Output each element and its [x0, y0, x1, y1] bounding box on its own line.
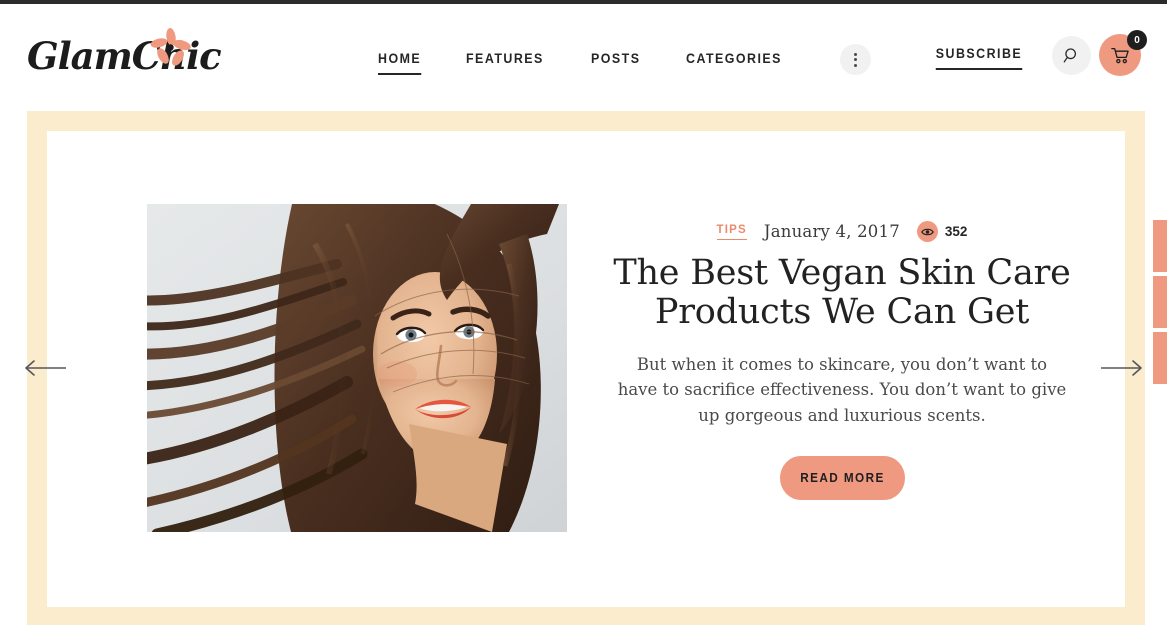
main-navigation: HOME FEATURES POSTS CATEGORIES — [378, 44, 871, 82]
slide-views: 352 — [916, 221, 968, 242]
slide-title[interactable]: The Best Vegan Skin Care Products We Can… — [587, 253, 1097, 332]
arrow-right-icon — [1101, 360, 1142, 376]
site-header: GlamChic HOME FEATURES POSTS CATEGORIES — [0, 4, 1167, 107]
header-actions: SUBSCRIBE 0 — [932, 30, 1147, 82]
views-count: 352 — [944, 224, 968, 239]
slide-excerpt: But when it comes to skincare, you don’t… — [617, 355, 1067, 425]
share-button-3[interactable] — [1153, 332, 1167, 384]
search-icon — [1063, 47, 1077, 63]
search-button[interactable] — [1052, 35, 1091, 75]
nav-item-home[interactable]: HOME — [378, 51, 422, 75]
carousel-prev-button[interactable] — [22, 356, 68, 380]
nav-item-features[interactable]: FEATURES — [466, 51, 544, 75]
cart-button[interactable]: 0 — [1099, 30, 1147, 76]
slide-category[interactable]: TIPS — [716, 224, 747, 240]
social-share-rail — [1153, 220, 1167, 384]
nav-item-posts[interactable]: POSTS — [591, 51, 640, 75]
site-logo[interactable]: GlamChic — [27, 20, 222, 90]
portrait-photo — [147, 204, 567, 532]
featured-slide: TIPS January 4, 2017 352 The Best Vegan … — [47, 131, 1125, 607]
slide-content: TIPS January 4, 2017 352 The Best Vegan … — [587, 221, 1097, 500]
three-dots-icon[interactable] — [839, 44, 871, 75]
arrow-left-icon — [25, 360, 66, 376]
slide-meta: TIPS January 4, 2017 352 — [587, 221, 1097, 242]
nav-item-categories[interactable]: CATEGORIES — [686, 51, 782, 75]
eye-icon — [916, 221, 938, 242]
slide-image[interactable] — [147, 204, 567, 532]
slide-date: January 4, 2017 — [763, 222, 900, 241]
carousel-next-button[interactable] — [1099, 356, 1145, 380]
flower-icon — [150, 28, 191, 66]
share-button-1[interactable] — [1153, 220, 1167, 272]
share-button-2[interactable] — [1153, 276, 1167, 328]
page-root: GlamChic HOME FEATURES POSTS CATEGORIES — [0, 0, 1167, 634]
cart-count-badge: 0 — [1127, 30, 1147, 50]
read-more-button[interactable]: READ MORE — [779, 455, 905, 500]
shopping-cart-icon — [1110, 47, 1129, 63]
subscribe-button[interactable]: SUBSCRIBE — [935, 46, 1023, 70]
